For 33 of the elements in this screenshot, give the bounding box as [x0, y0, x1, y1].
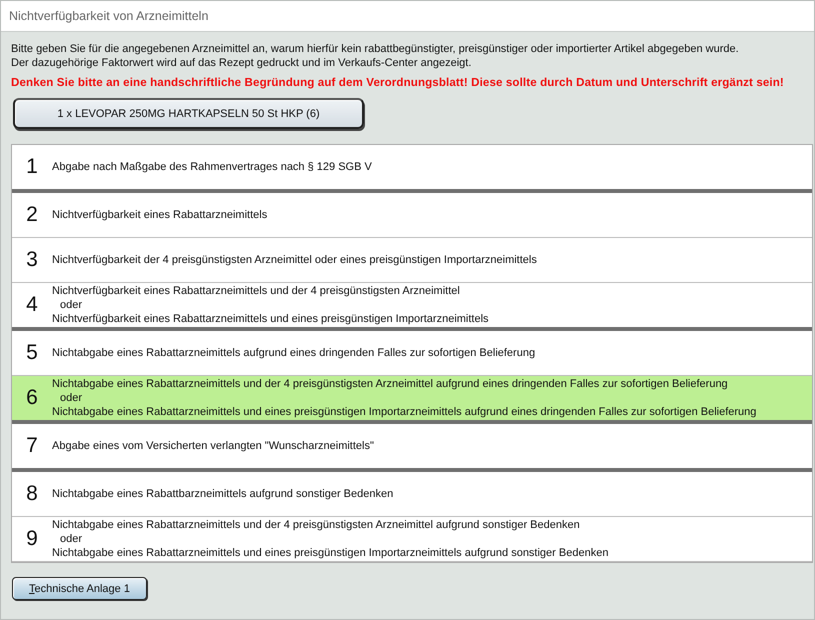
reason-item[interactable]: 4 Nichtverfügbarkeit eines Rabattarzneimittels und der 4 preisgünstigsten Arzneimittel oder Nichtverfügbarkeit eines Rabattarzneimittels und eines preisgünstigen Importarzneimittels [12, 283, 812, 331]
reason-text: Nichtabgabe eines Rabattarzneimittels und der 4 preisgünstigsten Arzneimittel aufgrund eines dringenden Falles zur sofortigen Belieferung [52, 377, 729, 391]
article-button[interactable]: 1 x LEVOPAR 250MG HARTKAPSELN 50 St HKP (6) [13, 98, 364, 129]
reason-number: 7 [25, 434, 39, 458]
connector-text: oder [59, 391, 84, 405]
reason-item[interactable] [12, 517, 812, 562]
reason-number: 5 [25, 341, 39, 365]
reason-number: 2 [25, 203, 39, 227]
reason-number: 3 [25, 248, 39, 272]
reason-text: Abgabe eines vom Versicherten verlangten "Wunscharzneimittels" [52, 439, 374, 453]
window-title: Nichtverfügbarkeit von Arzneimitteln [9, 9, 208, 23]
warning-text: Denken Sie bitte an eine handschriftliche Begründung auf dem Verordnungsblatt! Diese sollte durch Datum und Unterschrift ergänzt sein! [11, 76, 785, 89]
reason-number: 6 [25, 386, 39, 410]
reason-number: 4 [25, 293, 39, 317]
reason-text: Nichtabgabe eines Rabattarzneimittels und eines preisgünstigen Importarzneimittels aufgrund eines dringenden Falles zur sofortigen Belieferung [52, 405, 756, 419]
reason-number: 1 [25, 155, 39, 179]
reason-text: Nichtabgabe eines Rabattarzneimittels aufgrund eines dringenden Falles zur sofortigen Belieferung [52, 346, 536, 360]
instruction-text: Der dazugehörige Faktorwert wird auf das Rezept gedruckt und im Verkaufs-Center angezeigt. [11, 56, 472, 70]
connector-text: oder [59, 532, 84, 546]
technical-annex-button[interactable]: Technische Anlage 1 [12, 577, 147, 600]
reason-item[interactable] [12, 376, 812, 424]
reason-text: Nichtverfügbarkeit eines Rabattarzneimittels [52, 208, 268, 222]
reason-text: Nichtverfügbarkeit eines Rabattarzneimittels und eines preisgünstigen Importarzneimittels [52, 312, 489, 326]
reason-text: Nichtabgabe eines Rabattarzneimittels und der 4 preisgünstigsten Arzneimittel aufgrund sonstiger Bedenken [52, 518, 581, 532]
reason-number: 8 [25, 482, 39, 506]
reason-text: Nichtabgabe eines Rabattarzneimittels und eines preisgünstigen Importarzneimittels aufgrund sonstiger Bedenken [52, 546, 608, 560]
reason-number: 9 [25, 527, 39, 551]
instruction-text: Bitte geben Sie für die angegebenen Arzneimittel an, warum hierfür kein rabattbegünstigter, preisgünstiger oder importierter Artikel abgegeben wurde. [11, 42, 740, 56]
connector-text: oder [59, 298, 84, 312]
reason-text: Abgabe nach Maßgabe des Rahmenvertrages nach § 129 SGB V [52, 160, 372, 174]
reason-text: Nichtverfügbarkeit eines Rabattarzneimittels und der 4 preisgünstigsten Arzneimittel [52, 284, 461, 298]
reason-text: Nichtverfügbarkeit der 4 preisgünstigsten Arzneimittel oder eines preisgünstigen Importarzneimittels [52, 253, 537, 267]
reason-text: Nichtabgabe eines Rabattbarzneimittels aufgrund sonstiger Bedenken [52, 487, 394, 501]
